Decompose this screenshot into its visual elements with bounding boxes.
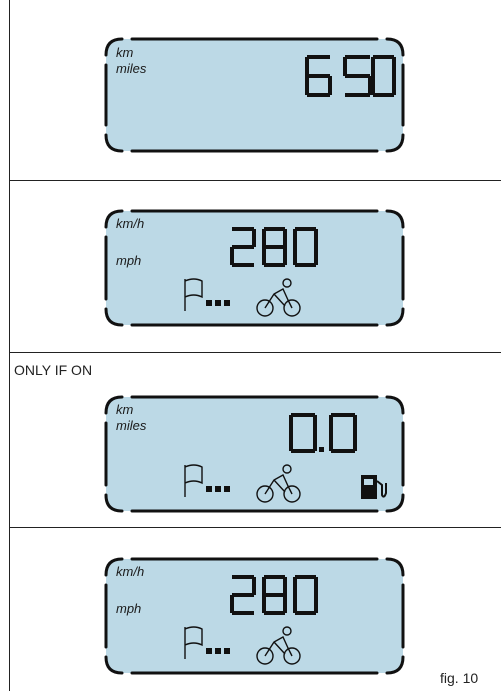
figure-label: fig. 10 (440, 670, 479, 686)
unit-miles: miles (116, 61, 147, 76)
unit-kmh: km/h (116, 216, 144, 231)
dots-icon (206, 300, 230, 306)
left-border (9, 0, 10, 691)
dots-icon (206, 486, 230, 492)
unit-km: km (116, 45, 134, 60)
dots-icon (206, 648, 230, 654)
lcd-panel-odometer: km miles (102, 35, 407, 155)
unit-mph: mph (116, 253, 141, 268)
caption-only-if-on: ONLY IF ON (14, 362, 93, 378)
divider-3 (10, 527, 501, 528)
unit-kmh: km/h (116, 564, 144, 579)
divider-2 (10, 352, 501, 353)
figure-frame: km miles km/h mph ONLY IF ON km miles km… (0, 0, 501, 691)
unit-km: km (116, 402, 134, 417)
divider-1 (10, 180, 501, 181)
lcd-panel-speed-2: km/h mph (102, 555, 407, 677)
unit-mph: mph (116, 601, 141, 616)
lcd-panel-speed: km/h mph (102, 207, 407, 329)
lcd-panel-fuel-reserve: km miles (102, 393, 407, 515)
unit-miles: miles (116, 418, 147, 433)
